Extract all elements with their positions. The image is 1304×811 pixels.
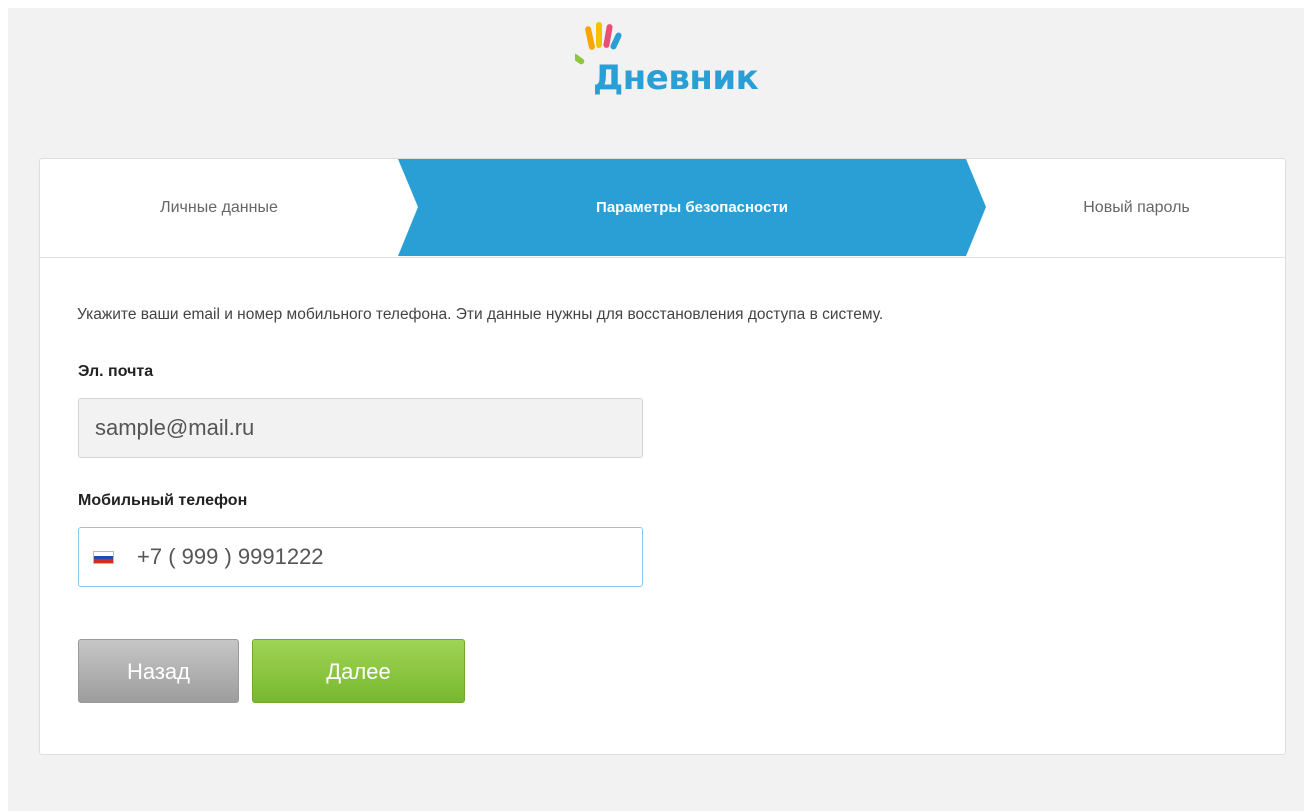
step-new-password: Новый пароль bbox=[1083, 199, 1190, 216]
next-button[interactable]: Далее bbox=[252, 639, 465, 703]
stepper: Личные данные Параметры безопасности Нов… bbox=[40, 159, 1285, 258]
intro-text: Укажите ваши email и номер мобильного те… bbox=[77, 306, 884, 323]
page: Дневник Личные данные Параметры безопасн… bbox=[8, 8, 1304, 811]
phone-field[interactable]: +7 ( 999 ) 9991222 bbox=[78, 527, 643, 587]
registration-card: Личные данные Параметры безопасности Нов… bbox=[39, 158, 1286, 755]
russia-flag-icon[interactable] bbox=[93, 551, 114, 564]
phone-label: Мобильный телефон bbox=[78, 492, 248, 509]
logo: Дневник bbox=[563, 22, 763, 102]
step-personal-data: Личные данные bbox=[160, 199, 278, 216]
step-security-settings: Параметры безопасности bbox=[596, 199, 788, 216]
phone-value: +7 ( 999 ) 9991222 bbox=[137, 544, 324, 569]
email-field[interactable]: sample@mail.ru bbox=[78, 398, 643, 458]
brand-name: Дневник bbox=[593, 58, 759, 98]
back-button[interactable]: Назад bbox=[78, 639, 239, 703]
email-value: sample@mail.ru bbox=[95, 415, 255, 440]
email-label: Эл. почта bbox=[78, 363, 154, 380]
